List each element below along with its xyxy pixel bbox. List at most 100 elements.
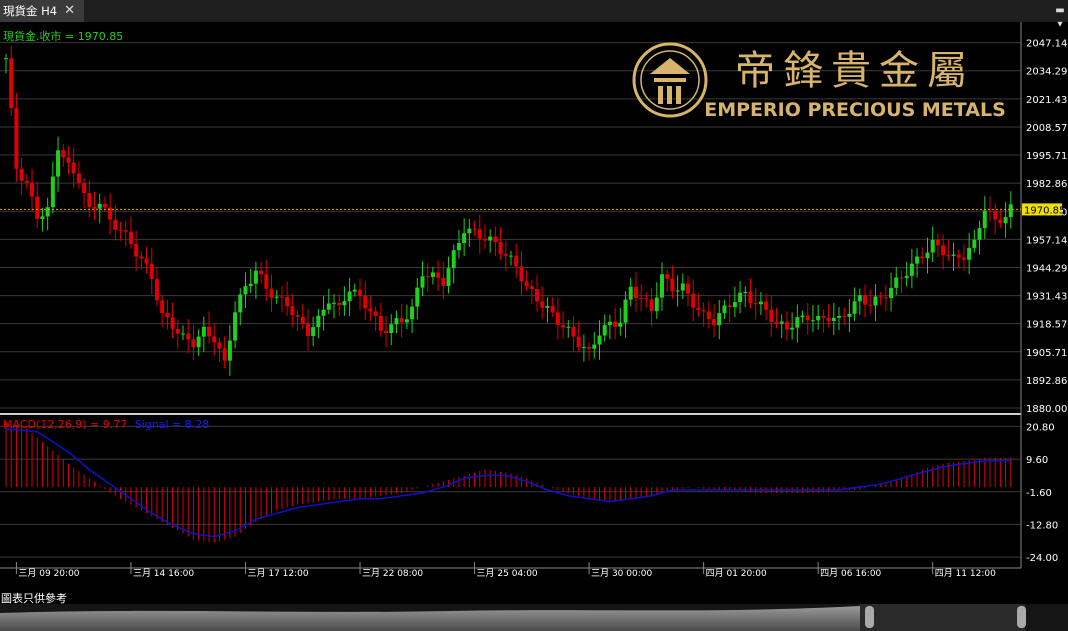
candle-body [420, 276, 425, 288]
candle-body [961, 257, 966, 260]
candle-body [123, 230, 128, 232]
candle-body [181, 333, 186, 335]
candle-body [696, 307, 701, 311]
candle-body [269, 288, 274, 298]
candle-body [519, 266, 524, 282]
candle-body [45, 207, 50, 217]
candle-body [373, 311, 378, 316]
candle-body [691, 293, 696, 308]
candle-body [311, 327, 316, 336]
candle-body [576, 336, 581, 348]
candle-body [389, 324, 394, 334]
candle-body [509, 255, 513, 257]
candle-body [363, 295, 368, 309]
candle-body [160, 300, 165, 313]
candle-body [847, 313, 852, 317]
candle-body [753, 303, 758, 305]
candle-body [941, 245, 946, 256]
candle-body [331, 302, 336, 304]
close-icon[interactable]: ✕ [64, 3, 75, 18]
candle-body [493, 236, 498, 243]
macd-tick-label: 20.80 [1026, 422, 1055, 433]
candle-body [857, 295, 862, 302]
candle-body [935, 239, 940, 246]
candle-body [82, 183, 87, 194]
candle-body [9, 58, 14, 109]
price-tick-label: 1995.71 [1026, 151, 1067, 162]
candle-body [790, 327, 795, 330]
navigator-scrollbar[interactable] [0, 604, 1068, 631]
candle-body [904, 275, 909, 278]
candle-body [368, 308, 373, 312]
price-tick-label: 1918.57 [1026, 320, 1067, 331]
chart-tab-title: 現貨金 H4 [3, 4, 58, 18]
candle-body [956, 254, 961, 258]
candle-body [87, 193, 92, 208]
candle-body [863, 295, 868, 305]
candle-body [503, 254, 508, 256]
candle-body [1008, 204, 1013, 218]
price-tick-label: 2047.14 [1026, 39, 1067, 50]
candle-body [649, 299, 654, 312]
candle-body [238, 294, 243, 313]
candle-body [540, 301, 545, 308]
candle-body [618, 322, 623, 327]
candle-body [128, 231, 133, 244]
candle-body [207, 326, 212, 337]
candle-body [347, 291, 352, 302]
time-tick-label: 三月 14 16:00 [133, 568, 194, 579]
candle-body [686, 283, 691, 294]
price-tick-label: 1982.86 [1026, 179, 1067, 190]
price-tick-label: 1931.43 [1026, 292, 1067, 303]
candle-body [248, 283, 253, 287]
candle-body [909, 263, 914, 276]
candle-body [410, 306, 415, 320]
price-chart[interactable]: 帝鋒貴金屬 EMPERIO PRECIOUS METALS 2047.14 203… [0, 22, 1068, 604]
signal-legend-value: Signal = 8.28 [135, 418, 210, 431]
candle-body [472, 228, 477, 230]
candle-body [597, 335, 602, 345]
candle-body [399, 318, 404, 323]
candle-body [352, 289, 357, 292]
candle-body [665, 274, 670, 279]
candle-body [639, 298, 644, 300]
candle-body [680, 283, 685, 291]
candle-body [836, 315, 841, 318]
candle-body [274, 296, 279, 298]
candle-body [670, 278, 675, 292]
candle-body [602, 325, 607, 336]
candle-body [675, 290, 680, 292]
emperio-logo: 帝鋒貴金屬 EMPERIO PRECIOUS METALS [632, 42, 1006, 121]
candle-body [717, 313, 722, 326]
candle-body [587, 346, 592, 349]
price-tick-label: 1892.86 [1026, 376, 1067, 387]
candle-body [467, 228, 472, 234]
candle-body [149, 263, 154, 280]
candle-body [50, 176, 55, 208]
candle-body [186, 333, 191, 340]
navigator-left-handle[interactable] [865, 606, 874, 628]
candle-body [451, 250, 456, 269]
candle-body [816, 315, 821, 321]
candle-body [514, 255, 519, 267]
candle-body [488, 236, 493, 241]
candle-body [76, 173, 81, 184]
candle-body [967, 247, 972, 260]
price-tick-label: 1905.71 [1026, 348, 1067, 359]
candle-body [436, 272, 441, 278]
candle-body [227, 340, 232, 361]
candle-body [894, 277, 899, 288]
candle-body [743, 292, 748, 294]
macd-legend: MACD(12,26,9) = 9.77 Signal = 8.28 [3, 418, 209, 431]
candle-body [14, 108, 19, 169]
time-tick-label: 三月 17 12:00 [247, 568, 308, 579]
chart-tab[interactable]: 現貨金 H4 ✕ [0, 0, 84, 22]
candle-body [290, 306, 295, 316]
candle-body [535, 288, 540, 302]
menu-icon[interactable]: ▬ ▾ [1054, 4, 1066, 30]
candle-body [795, 317, 800, 328]
candle-body [769, 309, 774, 323]
candle-body [279, 296, 284, 298]
candle-body [800, 315, 805, 318]
navigator-right-handle[interactable] [1017, 606, 1026, 628]
